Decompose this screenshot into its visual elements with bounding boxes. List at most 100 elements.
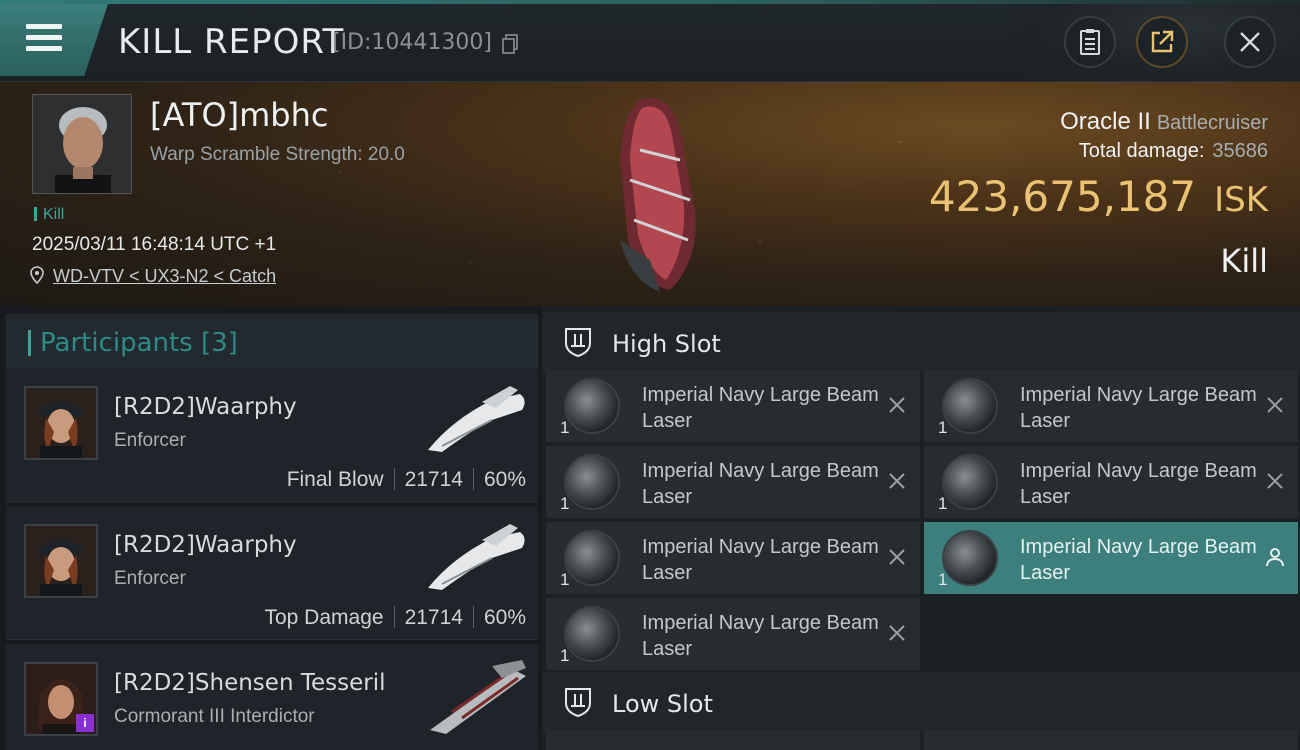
participant-ship-image	[428, 386, 525, 452]
participant-role: Final Blow	[286, 468, 384, 491]
participants-header[interactable]: Participants [3]	[6, 314, 538, 370]
low-slot-title: Low Slot	[612, 690, 713, 718]
module-item[interactable]: 1 Imperial Navy Large Beam Laser	[546, 522, 920, 594]
participant-role: Top Damage	[264, 606, 384, 629]
close-icon	[1240, 32, 1260, 52]
participant-name: [R2D2]Waarphy	[114, 532, 297, 558]
module-item[interactable]: 1 Imperial Navy Large Beam Laser	[546, 370, 920, 442]
module-quantity: 1	[560, 646, 570, 665]
module-name: Imperial Navy Large Beam Laser	[642, 460, 879, 508]
stats-divider	[472, 606, 474, 628]
module-item[interactable]: 1 Imperial Navy Large Beam Laser	[924, 370, 1298, 442]
low-slot-icon	[565, 688, 591, 718]
high-slot-header[interactable]: High Slot	[542, 312, 1300, 372]
module-quantity: 1	[560, 418, 570, 437]
destroyed-x-icon	[889, 549, 905, 565]
module-item-selected[interactable]: 1 Imperial Navy Large Beam Laser	[924, 522, 1298, 594]
high-slot-title: High Slot	[612, 330, 721, 358]
kill-result-label: Kill	[1220, 242, 1268, 280]
isk-value: 423,675,187 ISK	[929, 172, 1268, 221]
participant-ship-image	[430, 660, 526, 734]
participants-panel: Participants [3] [R2D2]Waarphy Enforcer …	[0, 306, 542, 750]
victim-banner: [ATO]mbhc Warp Scramble Strength: 20.0 K…	[0, 82, 1300, 306]
destroyed-x-icon	[889, 397, 905, 413]
notes-button[interactable]	[1064, 16, 1116, 68]
destroyed-x-icon	[1267, 397, 1283, 413]
participant-damage: 21714	[404, 606, 463, 629]
module-item[interactable]: 1 Imperial Navy Large Beam Laser	[546, 446, 920, 518]
avatar	[24, 386, 98, 460]
module-item[interactable]: 1 Imperial Navy Large Beam Laser	[546, 598, 920, 670]
avatar: i	[24, 662, 98, 736]
module-quantity: 1	[938, 494, 948, 513]
ship-class: Battlecruiser	[1156, 112, 1268, 134]
module-quantity: 1	[938, 418, 948, 437]
module-quantity: 1	[938, 570, 948, 589]
isk-unit: ISK	[1214, 180, 1268, 220]
participant-stats: Final Blow 21714 60%	[287, 468, 526, 492]
beam-laser-icon	[942, 454, 998, 510]
participants-header-marker	[28, 330, 31, 356]
participant-row[interactable]: [R2D2]Waarphy Enforcer Top Damage 21714 60…	[6, 506, 538, 640]
destroyed-x-icon	[889, 473, 905, 489]
kill-timestamp: 2025/03/11 16:48:14 UTC +1	[32, 234, 277, 255]
participants-title: Participants [3]	[40, 328, 238, 358]
module-name: Imperial Navy Large Beam Laser	[642, 384, 879, 432]
kill-tag-marker	[34, 207, 37, 221]
participant-percent: 60%	[483, 606, 526, 629]
participant-ship: Cormorant III Interdictor	[114, 706, 315, 727]
low-slot-header[interactable]: Low Slot	[542, 672, 1300, 732]
victim-name[interactable]: [ATO]mbhc	[150, 96, 328, 134]
fitting-panel: High Slot 1 Imperial Navy Large Beam Las…	[542, 306, 1300, 750]
high-slot-icon	[565, 328, 591, 358]
total-damage: Total damage: 35686	[1079, 140, 1268, 163]
header-bar: KILL REPORT [ID:10441300]	[0, 0, 1300, 82]
close-button[interactable]	[1224, 16, 1276, 68]
module-name: Imperial Navy Large Beam Laser	[1020, 536, 1257, 584]
avatar	[24, 524, 98, 598]
beam-laser-icon	[942, 378, 998, 434]
participant-row[interactable]: [R2D2]Waarphy Enforcer Final Blow 21714 60…	[6, 368, 538, 502]
share-button[interactable]	[1136, 16, 1188, 68]
beam-laser-icon	[564, 606, 620, 662]
kill-tag-label: Kill	[43, 206, 65, 223]
total-damage-label: Total damage:	[1078, 140, 1205, 162]
beam-laser-icon	[942, 530, 998, 586]
participant-row[interactable]: i [R2D2]Shensen Tesseril Cormorant III I…	[6, 644, 538, 750]
module-item[interactable]: 1 Imperial Navy Large Beam Laser	[924, 446, 1298, 518]
participant-stats: Top Damage 21714 60%	[264, 606, 526, 630]
destroyed-x-icon	[1267, 473, 1283, 489]
module-item-partial[interactable]	[924, 730, 1298, 750]
stats-divider	[393, 468, 395, 490]
module-name: Imperial Navy Large Beam Laser	[1020, 384, 1257, 432]
victim-ship[interactable]: Oracle II Battlecruiser	[1060, 108, 1268, 136]
victim-ship-image	[620, 98, 696, 292]
pilot-portrait-image	[26, 526, 96, 596]
kill-location[interactable]: WD-VTV < UX3-N2 < Catch	[30, 266, 276, 287]
module-name: Imperial Navy Large Beam Laser	[1020, 460, 1257, 508]
stats-divider	[472, 468, 474, 490]
stats-divider	[393, 606, 395, 628]
copy-icon[interactable]	[502, 34, 518, 54]
participant-damage: 21714	[404, 468, 463, 491]
share-external-icon	[1151, 30, 1174, 53]
participant-percent: 60%	[483, 468, 526, 491]
beam-laser-icon	[564, 530, 620, 586]
victim-portrait[interactable]	[32, 94, 132, 194]
warp-scramble-strength: Warp Scramble Strength: 20.0	[150, 144, 405, 165]
module-quantity: 1	[560, 570, 570, 589]
page-title: KILL REPORT	[118, 22, 345, 62]
participant-ship: Enforcer	[114, 430, 186, 451]
beam-laser-icon	[564, 378, 620, 434]
module-item-partial[interactable]	[546, 730, 920, 750]
total-damage-value: 35686	[1212, 140, 1268, 162]
participant-name: [R2D2]Waarphy	[114, 394, 297, 420]
clipboard-icon	[1080, 29, 1100, 55]
info-badge: i	[76, 714, 94, 732]
location-pin-icon	[30, 266, 44, 285]
menu-button[interactable]	[0, 4, 108, 76]
location-link[interactable]: WD-VTV < UX3-N2 < Catch	[53, 266, 276, 286]
module-quantity: 1	[560, 494, 570, 513]
module-name: Imperial Navy Large Beam Laser	[642, 536, 879, 584]
destroyed-x-icon	[889, 625, 905, 641]
